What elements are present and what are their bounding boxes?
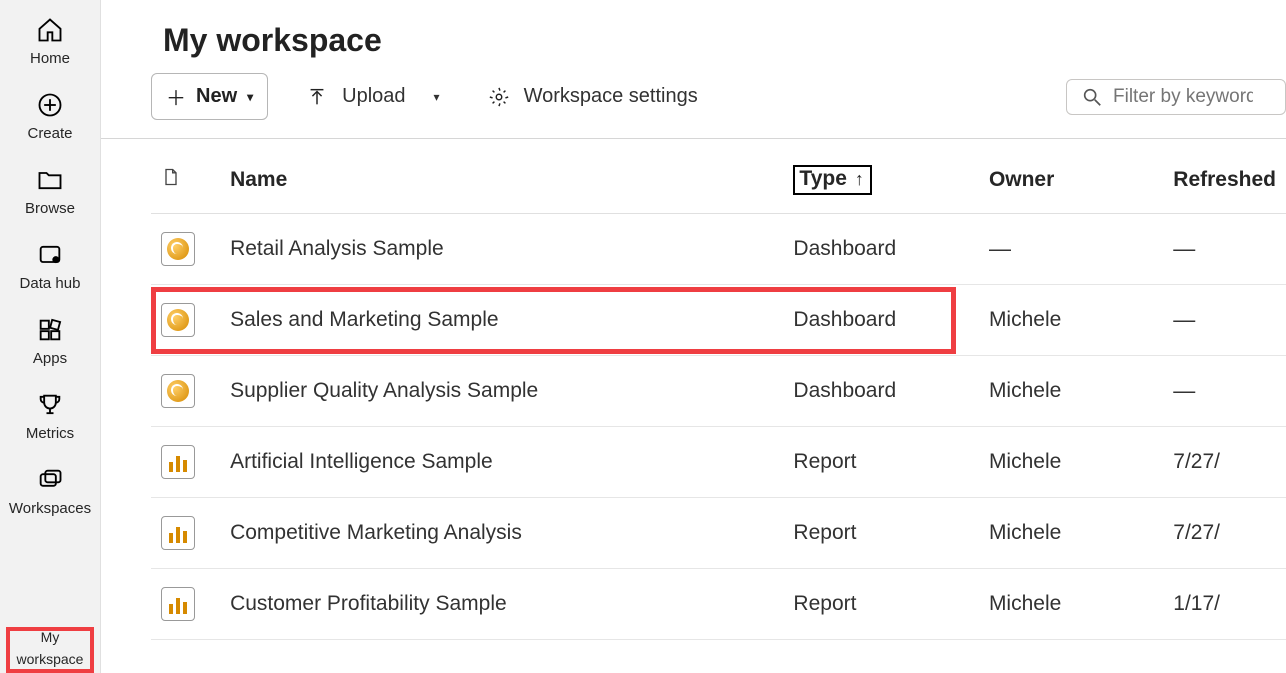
toolbar: ＋ New ▾ Upload ▾ Workspace settings [101,73,1286,139]
table-row[interactable]: Competitive Marketing AnalysisReportMich… [151,498,1286,569]
row-type: Dashboard [783,285,979,356]
left-sidebar: Home Create Browse Data hub Apps Metrics… [0,0,101,673]
report-icon [161,445,195,479]
col-name-header[interactable]: Name [220,139,783,214]
database-icon [36,241,64,269]
nav-home-label: Home [30,50,70,67]
nav-create-label: Create [27,125,72,142]
row-type: Dashboard [783,214,979,285]
row-icon-cell [151,285,220,356]
nav-browse[interactable]: Browse [0,156,100,231]
col-refreshed-header[interactable]: Refreshed [1163,139,1286,214]
col-owner-label: Owner [989,168,1054,191]
col-owner-header[interactable]: Owner [979,139,1163,214]
nav-apps-label: Apps [33,350,67,367]
header: My workspace [101,0,1286,73]
chevron-down-icon: ▾ [434,90,440,104]
app-root: Home Create Browse Data hub Apps Metrics… [0,0,1286,673]
trophy-icon [36,391,64,419]
upload-label: Upload [342,85,405,108]
new-button-label: New [196,85,237,108]
col-icon-header [151,139,220,214]
row-name[interactable]: Supplier Quality Analysis Sample [220,356,783,427]
nav-metrics[interactable]: Metrics [0,381,100,456]
col-type-header[interactable]: Type ↑ [783,139,979,214]
folder-icon [36,166,64,194]
table-row[interactable]: Supplier Quality Analysis SampleDashboar… [151,356,1286,427]
row-icon-cell [151,569,220,640]
row-owner: Michele [979,427,1163,498]
row-name[interactable]: Competitive Marketing Analysis [220,498,783,569]
row-owner: — [979,214,1163,285]
table-header-row: Name Type ↑ Owner Refreshed [151,139,1286,214]
row-name[interactable]: Retail Analysis Sample [220,214,783,285]
row-name[interactable]: Artificial Intelligence Sample [220,427,783,498]
dashboard-icon [161,374,195,408]
dashboard-icon [161,232,195,266]
file-icon [161,165,181,189]
row-icon-cell [151,356,220,427]
row-refreshed: 7/27/ [1163,498,1286,569]
row-name[interactable]: Sales and Marketing Sample [220,285,783,356]
upload-button[interactable]: Upload ▾ [296,79,449,114]
row-refreshed: 1/17/ [1163,569,1286,640]
workspace-settings-label: Workspace settings [524,85,698,108]
chevron-down-icon: ▾ [247,90,253,104]
row-refreshed: — [1163,214,1286,285]
sort-asc-icon: ↑ [855,169,864,190]
row-owner: Michele [979,569,1163,640]
row-icon-cell [151,214,220,285]
row-type: Report [783,498,979,569]
content-table-wrap: Name Type ↑ Owner Refreshed [101,139,1286,673]
report-icon [161,587,195,621]
row-name[interactable]: Customer Profitability Sample [220,569,783,640]
row-type: Dashboard [783,356,979,427]
nav-datahub[interactable]: Data hub [0,231,100,306]
search-icon [1081,86,1103,108]
table-row[interactable]: Artificial Intelligence SampleReportMich… [151,427,1286,498]
table-row[interactable]: Sales and Marketing SampleDashboardMiche… [151,285,1286,356]
plus-icon: ＋ [166,82,186,111]
page-title: My workspace [163,22,1286,59]
nav-create[interactable]: Create [0,81,100,156]
row-icon-cell [151,498,220,569]
row-owner: Michele [979,285,1163,356]
table-row[interactable]: Customer Profitability SampleReportMiche… [151,569,1286,640]
apps-icon [36,316,64,344]
row-refreshed: 7/27/ [1163,427,1286,498]
nav-workspaces[interactable]: Workspaces [0,456,100,531]
new-button[interactable]: ＋ New ▾ [151,73,268,120]
content-table: Name Type ↑ Owner Refreshed [151,139,1286,640]
nav-apps[interactable]: Apps [0,306,100,381]
row-refreshed: — [1163,356,1286,427]
row-type: Report [783,427,979,498]
main-area: My workspace ＋ New ▾ Upload ▾ Workspace … [101,0,1286,673]
row-icon-cell [151,427,220,498]
upload-icon [306,86,328,108]
row-type: Report [783,569,979,640]
nav-datahub-label: Data hub [20,275,81,292]
table-row[interactable]: Retail Analysis SampleDashboard—— [151,214,1286,285]
row-owner: Michele [979,356,1163,427]
gear-icon [488,86,510,108]
col-name-label: Name [230,168,287,191]
nav-browse-label: Browse [25,200,75,217]
col-refreshed-label: Refreshed [1173,168,1276,191]
row-owner: Michele [979,498,1163,569]
dashboard-icon [161,303,195,337]
row-refreshed: — [1163,285,1286,356]
report-icon [161,516,195,550]
nav-metrics-label: Metrics [26,425,74,442]
annotation-highlight-sidebar [6,627,94,673]
nav-home[interactable]: Home [0,6,100,81]
workspaces-icon [36,466,64,494]
home-icon [36,16,64,44]
filter-input[interactable] [1113,86,1253,108]
workspace-settings-button[interactable]: Workspace settings [478,79,708,114]
nav-workspaces-label: Workspaces [9,500,91,517]
filter-input-wrap[interactable] [1066,79,1286,115]
plus-circle-icon [36,91,64,119]
col-type-label: Type [799,167,846,191]
